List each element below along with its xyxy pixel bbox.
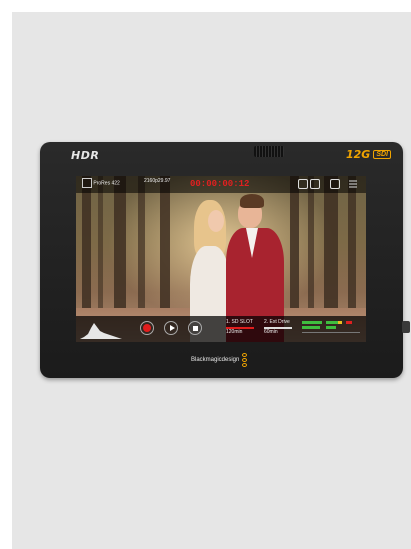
battery-icon [310, 179, 320, 189]
audio-meters [302, 321, 360, 333]
slot2-remaining: 60min [264, 329, 278, 335]
stop-button[interactable] [188, 321, 202, 335]
monitor-screen: ProRes 422 2160p29.97 00:00:00:12 1. SD … [76, 176, 366, 342]
speaker-grille [254, 146, 284, 157]
audio-meter-icon[interactable] [330, 179, 340, 189]
format-label[interactable]: 2160p29.97 [144, 178, 170, 184]
slot1-label: 1. SD SLOT [226, 319, 253, 325]
badge-main: 12G [345, 148, 371, 161]
slot1-remaining: 120min [226, 329, 243, 335]
badge-sub: SDI [373, 150, 391, 159]
slot2-label: 2. Ext Drive [264, 319, 290, 325]
sdi-badge: 12G SDI [346, 148, 391, 161]
codec-label: ProRes 422 [93, 180, 120, 187]
play-button[interactable] [164, 321, 178, 335]
codec-readout[interactable]: ProRes 422 [82, 178, 120, 188]
side-port [402, 321, 410, 333]
video-assist-monitor: HDR 12G SDI ProRes 422 2160p29.97 00:00:… [40, 142, 410, 378]
brand-name: Blackmagicdesign [191, 357, 240, 363]
brand-logo: Blackmagicdesign [191, 353, 248, 367]
histogram-icon [80, 323, 122, 339]
battery-icon [298, 179, 308, 189]
record-button[interactable] [140, 321, 154, 335]
slot1-status[interactable]: 1. SD SLOT 120min [226, 319, 254, 335]
menu-icon[interactable] [348, 179, 358, 189]
slot2-status[interactable]: 2. Ext Drive 60min [264, 319, 292, 335]
status-bar: ProRes 422 2160p29.97 00:00:00:12 [76, 176, 366, 193]
hdr-logo: HDR [71, 149, 100, 162]
brand-rings-icon [242, 353, 248, 367]
transport-bar: 1. SD SLOT 120min 2. Ext Drive 60min [76, 316, 366, 342]
timecode: 00:00:00:12 [190, 179, 250, 189]
record-icon [143, 324, 151, 332]
